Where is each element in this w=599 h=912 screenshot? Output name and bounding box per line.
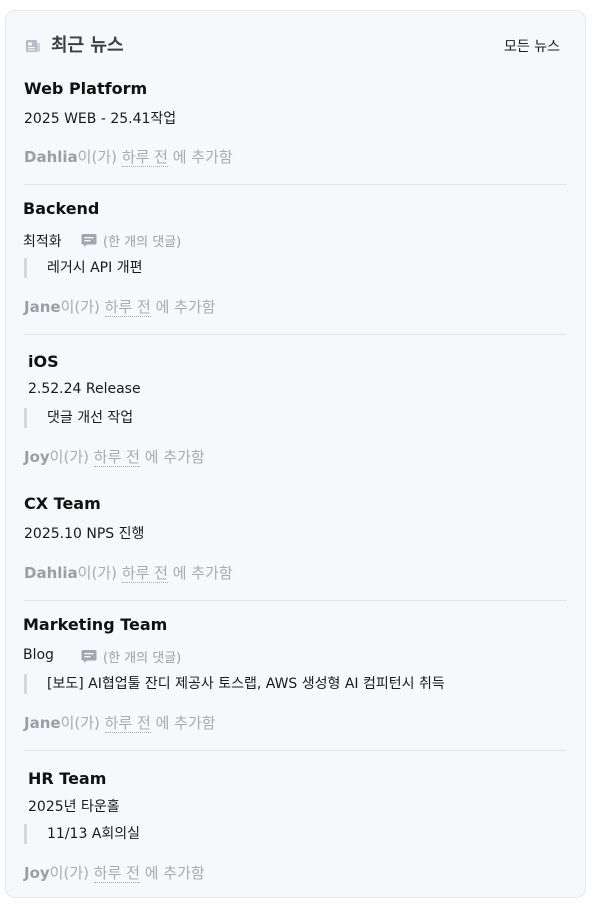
comment-count[interactable]: (한 개의 댓글) [81,231,181,250]
relative-time: 하루 전 [121,148,168,167]
comment-count-label: (한 개의 댓글) [103,235,182,250]
relative-time: 하루 전 [104,714,151,733]
news-icon [26,38,40,52]
news-item-meta: Dahlia이(가) 하루 전 에 추가함 [24,146,233,167]
panel-title: 최근 뉴스 [51,35,124,56]
divider [24,184,567,185]
relative-time: 하루 전 [121,564,168,583]
meta-added: 에 추가함 [155,298,216,316]
comment-count[interactable]: (한 개의 댓글) [81,647,181,666]
news-item-body: 2.52.24 Release [28,381,141,397]
relative-time: 하루 전 [93,864,140,883]
author-name[interactable]: Dahlia [24,564,78,582]
comment-icon [81,234,97,247]
news-item-body: Blog [23,647,54,663]
news-item-meta: Jane이(가) 하루 전 에 추가함 [24,296,216,317]
meta-added: 에 추가함 [144,864,205,882]
news-item-quote: 댓글 개선 작업 [24,408,133,428]
author-name[interactable]: Joy [24,864,50,882]
news-item-meta: Jane이(가) 하루 전 에 추가함 [24,712,216,733]
comment-count-label: (한 개의 댓글) [103,651,182,666]
author-name[interactable]: Joy [24,448,50,466]
news-item-quote: 11/13 A회의실 [24,824,140,844]
meta-added: 에 추가함 [172,148,233,166]
author-name[interactable]: Dahlia [24,148,78,166]
meta-suffix: 이(가) [60,714,100,732]
news-item-title[interactable]: Web Platform [24,79,147,98]
news-item-title[interactable]: iOS [28,352,59,371]
news-item-quote: [보도] AI협업툴 잔디 제공사 토스랩, AWS 생성형 AI 컴피턴시 취… [24,674,445,694]
news-item-quote-text: 댓글 개선 작업 [47,410,134,426]
meta-suffix: 이(가) [60,298,100,316]
meta-suffix: 이(가) [77,148,117,166]
divider [24,334,567,335]
panel-header: 최근 뉴스 모든 뉴스 [6,11,585,77]
comment-icon [81,650,97,663]
news-item-quote-text: [보도] AI협업툴 잔디 제공사 토스랩, AWS 생성형 AI 컴피턴시 취… [47,676,445,692]
news-item-quote: 레거시 API 개편 [24,258,142,278]
news-item-body: 2025.10 NPS 진행 [24,526,145,542]
news-item-title[interactable]: Backend [23,199,99,218]
relative-time: 하루 전 [104,298,151,317]
news-item-meta: Dahlia이(가) 하루 전 에 추가함 [24,562,233,583]
news-item-title[interactable]: HR Team [28,769,106,788]
meta-suffix: 이(가) [77,564,117,582]
relative-time: 하루 전 [93,448,140,467]
news-item-quote-text: 레거시 API 개편 [47,260,143,276]
meta-added: 에 추가함 [172,564,233,582]
news-item-meta: Joy이(가) 하루 전 에 추가함 [24,862,205,883]
meta-added: 에 추가함 [155,714,216,732]
author-name[interactable]: Jane [24,298,61,316]
recent-news-panel: 최근 뉴스 모든 뉴스 Web Platform 2025 WEB - 25.4… [5,10,586,898]
author-name[interactable]: Jane [24,714,61,732]
news-item-title[interactable]: Marketing Team [23,615,167,634]
meta-added: 에 추가함 [144,448,205,466]
news-item-body: 최적화 [23,234,62,250]
news-item-title[interactable]: CX Team [24,494,101,513]
news-item-body: 2025년 타운홀 [28,799,120,815]
divider [24,600,567,601]
meta-suffix: 이(가) [49,448,89,466]
meta-suffix: 이(가) [49,864,89,882]
news-item-body: 2025 WEB - 25.41작업 [24,111,177,127]
news-item-meta: Joy이(가) 하루 전 에 추가함 [24,446,205,467]
news-item-quote-text: 11/13 A회의실 [47,826,141,842]
all-news-link[interactable]: 모든 뉴스 [504,36,560,56]
divider [24,750,567,751]
